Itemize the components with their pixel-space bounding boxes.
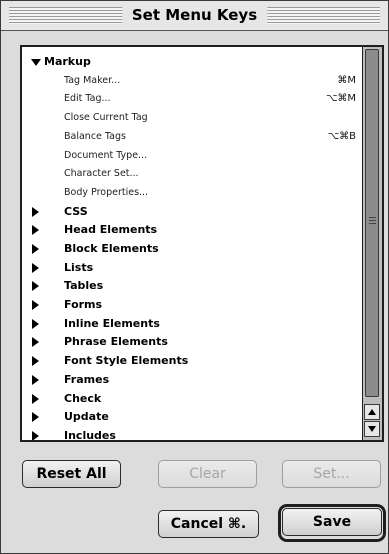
disclosure-triangle-closed-icon[interactable] (30, 371, 44, 389)
vertical-scrollbar[interactable] (362, 47, 382, 440)
list-group-label: Head Elements (64, 223, 158, 236)
disclosure-triangle-closed-icon[interactable] (30, 408, 44, 426)
list-item-label: Tag Maker... (64, 75, 121, 86)
scrollbar-thumb[interactable] (365, 49, 379, 397)
clear-button[interactable]: Clear (158, 460, 257, 488)
disclosure-triangle-closed-icon[interactable] (30, 352, 44, 370)
list-group-label: Includes (64, 429, 116, 440)
menu-keys-list-panel: Markup Tag Maker... ⌘M Edit Tag... ⌥⌘M Close … (20, 45, 384, 442)
list-group-row[interactable]: Inline Elements (22, 315, 362, 333)
list-item[interactable]: Body Properties... (22, 184, 362, 202)
list-group-label: Phrase Elements (64, 335, 168, 348)
disclosure-triangle-closed-icon[interactable] (30, 240, 44, 258)
disclosure-triangle-closed-icon[interactable] (30, 221, 44, 239)
list-group-label: Font Style Elements (64, 354, 189, 367)
scroll-up-button[interactable] (364, 404, 380, 420)
menu-keys-list[interactable]: Markup Tag Maker... ⌘M Edit Tag... ⌥⌘M Close … (22, 47, 362, 440)
list-item[interactable]: Character Set... (22, 165, 362, 183)
list-group-row[interactable]: Font Style Elements (22, 352, 362, 370)
disclosure-triangle-closed-icon[interactable] (30, 296, 44, 314)
list-item-label: Close Current Tag (64, 112, 148, 123)
list-group-label: Markup (44, 55, 91, 68)
disclosure-triangle-closed-icon[interactable] (30, 427, 44, 440)
reset-all-button[interactable]: Reset All (22, 460, 121, 488)
list-group-row[interactable]: Tables (22, 277, 362, 295)
list-group-row[interactable]: Markup (22, 53, 362, 71)
disclosure-triangle-open-icon[interactable] (30, 53, 44, 71)
list-group-row[interactable]: Includes (22, 427, 362, 440)
list-group-row[interactable]: Frames (22, 371, 362, 389)
list-group-label: Inline Elements (64, 317, 160, 330)
list-item[interactable]: Document Type... (22, 147, 362, 165)
list-item-label: Document Type... (64, 150, 148, 161)
list-group-label: Tables (64, 279, 104, 292)
list-group-row[interactable]: Block Elements (22, 240, 362, 258)
disclosure-triangle-closed-icon[interactable] (30, 259, 44, 277)
list-item-label: Edit Tag... (64, 93, 111, 104)
set-menu-keys-dialog: Set Menu Keys Markup Tag Maker... ⌘M Edit T… (0, 0, 389, 554)
list-item-shortcut: ⌘M (337, 75, 356, 86)
list-item-shortcut: ⌥⌘M (325, 93, 356, 104)
list-item-shortcut: ⌥⌘B (327, 131, 356, 142)
list-group-row[interactable]: Head Elements (22, 221, 362, 239)
set-button[interactable]: Set... (282, 460, 381, 488)
arrow-up-icon (368, 409, 376, 415)
list-group-row[interactable]: Lists (22, 259, 362, 277)
list-group-label: Block Elements (64, 242, 159, 255)
save-button[interactable]: Save (282, 508, 382, 536)
list-item[interactable]: Close Current Tag (22, 109, 362, 127)
list-group-row[interactable]: Forms (22, 296, 362, 314)
list-group-row[interactable]: Update (22, 408, 362, 426)
list-group-label: Forms (64, 298, 103, 311)
disclosure-triangle-closed-icon[interactable] (30, 390, 44, 408)
list-item-label: Balance Tags (64, 131, 126, 142)
disclosure-triangle-closed-icon[interactable] (30, 333, 44, 351)
title-bar[interactable]: Set Menu Keys (1, 1, 388, 31)
scroll-down-button[interactable] (364, 421, 380, 437)
list-group-label: Frames (64, 373, 110, 386)
arrow-down-icon (368, 426, 376, 432)
list-group-label: Lists (64, 261, 94, 274)
scrollbar-grip-icon (369, 217, 376, 226)
list-group-label: CSS (64, 205, 88, 218)
list-item-label: Character Set... (64, 168, 139, 179)
list-group-label: Update (64, 410, 109, 423)
list-group-label: Check (64, 392, 102, 405)
list-item-label: Body Properties... (64, 187, 149, 198)
list-group-row[interactable]: Phrase Elements (22, 333, 362, 351)
disclosure-triangle-closed-icon[interactable] (30, 277, 44, 295)
list-group-row[interactable]: Check (22, 390, 362, 408)
disclosure-triangle-closed-icon[interactable] (30, 203, 44, 221)
list-item[interactable]: Balance Tags ⌥⌘B (22, 128, 362, 146)
dialog-title: Set Menu Keys (121, 5, 268, 26)
list-item[interactable]: Tag Maker... ⌘M (22, 72, 362, 90)
cancel-button[interactable]: Cancel ⌘. (158, 510, 259, 538)
disclosure-triangle-closed-icon[interactable] (30, 315, 44, 333)
list-group-row[interactable]: CSS (22, 203, 362, 221)
list-item[interactable]: Edit Tag... ⌥⌘M (22, 90, 362, 108)
